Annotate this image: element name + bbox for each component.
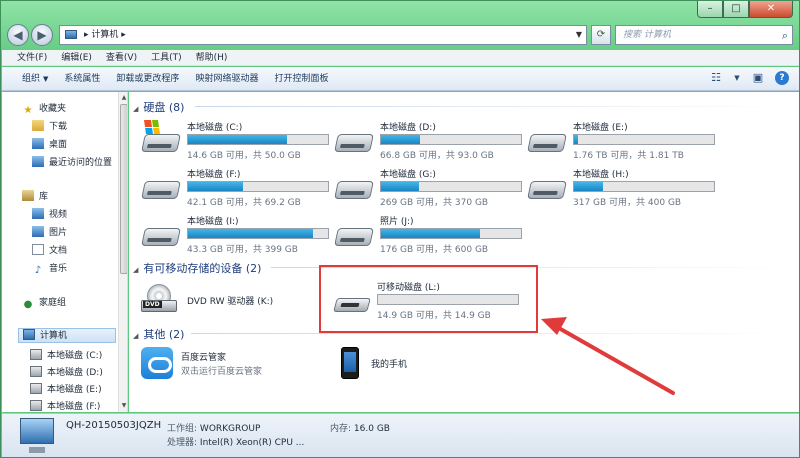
annotation-arrow-icon	[541, 317, 675, 395]
cpu-info: 处理器: Intel(R) Xeon(R) CPU ...	[167, 435, 304, 448]
details-pane: QH-20150503JQZH 工作组: WORKGROUP 内存: 16.0 …	[2, 413, 799, 457]
computer-large-icon	[20, 418, 54, 453]
cpu-value: Intel(R) Xeon(R) CPU ...	[199, 438, 305, 448]
explorer-window: – □ ✕ ◀ ▶ ▸ 计算机 ▸ ▼ ⟳ 搜索 计算机 ⌕ 文件(F) 编辑(…	[0, 0, 800, 458]
memory-label: 内存:	[330, 424, 352, 434]
computer-name: QH-20150503JQZH	[66, 420, 162, 431]
workgroup-info: 工作组: WORKGROUP	[167, 421, 260, 434]
cpu-label: 处理器:	[167, 438, 198, 448]
workgroup-label: 工作组:	[167, 424, 198, 434]
memory-info: 内存: 16.0 GB	[330, 421, 390, 434]
memory-value: 16.0 GB	[353, 424, 390, 434]
workgroup-value: WORKGROUP	[199, 424, 261, 434]
